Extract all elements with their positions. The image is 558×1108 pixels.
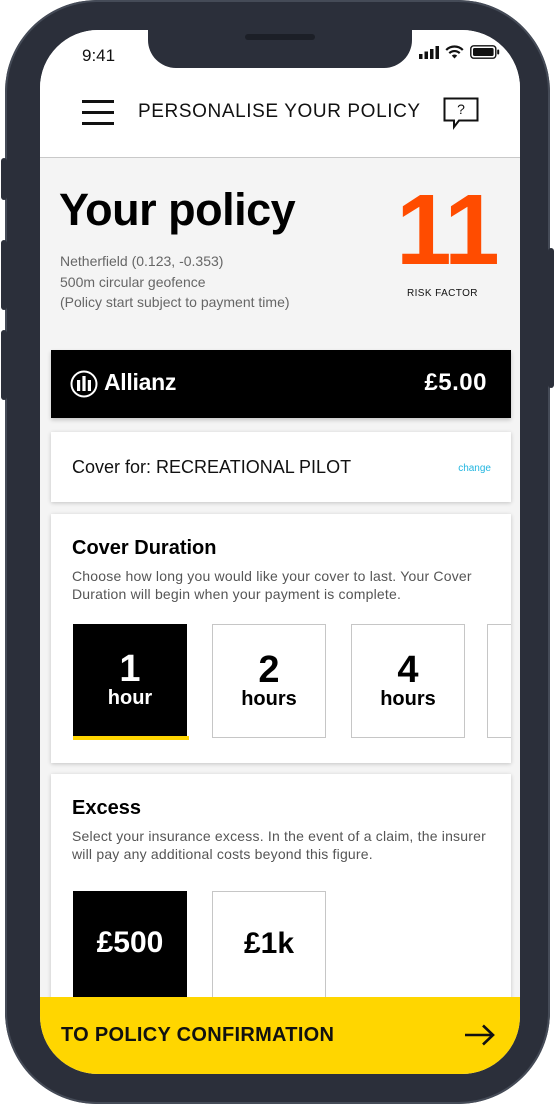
policy-geofence: 500m circular geofence <box>60 274 206 290</box>
excess-option-1k[interactable]: £1k <box>212 891 326 1005</box>
status-time: 9:41 <box>82 46 116 65</box>
insurer-name: Allianz <box>104 369 177 395</box>
insurer-quote-bar[interactable]: Allianz £5.00 <box>51 350 511 418</box>
duration-option-partial[interactable] <box>487 624 511 738</box>
cover-for-text: Cover for: RECREATIONAL PILOT <box>72 457 352 477</box>
cover-duration-description: Choose how long you would like your cove… <box>72 568 472 602</box>
risk-factor-value: 11 <box>396 174 500 286</box>
phone-screen: 9:41 PERSONALISE YOUR POLICY ? Your poli… <box>40 30 520 1074</box>
duration-option-unit: hour <box>107 687 153 709</box>
allianz-logo-icon <box>70 370 98 398</box>
policy-title: Your policy <box>59 184 296 235</box>
duration-option-2-hours[interactable]: 2 hours <box>212 624 326 738</box>
device-notch <box>148 30 412 68</box>
risk-factor-label: RISK FACTOR <box>407 288 478 299</box>
excess-card: Excess Select your insurance excess. In … <box>51 774 511 1014</box>
duration-option-value: 4 <box>397 649 419 691</box>
duration-option-4-hours[interactable]: 4 hours <box>351 624 465 738</box>
duration-option-unit: hours <box>241 688 297 710</box>
power-button <box>548 248 554 388</box>
duration-option-value: 2 <box>258 649 280 691</box>
policy-confirmation-button[interactable]: TO POLICY CONFIRMATION <box>40 997 520 1074</box>
change-cover-link[interactable]: change <box>458 463 491 474</box>
status-icons <box>419 45 500 59</box>
app-header: PERSONALISE YOUR POLICY ? <box>40 80 520 158</box>
battery-icon <box>470 45 500 59</box>
help-icon-glyph: ? <box>457 101 465 117</box>
policy-price: £5.00 <box>424 369 487 396</box>
volume-up-button <box>1 240 7 310</box>
excess-title: Excess <box>72 797 141 819</box>
excess-description: Select your insurance excess. In the eve… <box>72 828 486 862</box>
selected-indicator <box>73 736 189 740</box>
arrow-right-icon <box>465 1024 495 1046</box>
duration-option-value: 1 <box>119 648 141 690</box>
cover-duration-title: Cover Duration <box>72 537 217 559</box>
earpiece-speaker <box>245 34 315 40</box>
excess-option-label: £1k <box>243 927 295 960</box>
duration-option-1-hour[interactable]: 1 hour <box>73 624 189 740</box>
cover-for-card: Cover for: RECREATIONAL PILOT change <box>51 432 511 502</box>
page-title: PERSONALISE YOUR POLICY <box>138 101 421 122</box>
policy-start-note: (Policy start subject to payment time) <box>60 294 290 310</box>
excess-option-500[interactable]: £500 <box>73 891 187 1005</box>
cellular-signal-icon <box>419 45 439 59</box>
policy-summary: Your policy Netherfield (0.123, -0.353) … <box>40 158 520 342</box>
cta-label: TO POLICY CONFIRMATION <box>61 1024 335 1046</box>
policy-location: Netherfield (0.123, -0.353) <box>60 253 224 269</box>
menu-icon[interactable] <box>82 100 114 126</box>
excess-option-label: £500 <box>96 926 164 959</box>
wifi-icon <box>445 45 464 59</box>
help-chat-icon[interactable]: ? <box>443 97 479 131</box>
mute-switch <box>1 158 7 200</box>
volume-down-button <box>1 330 7 400</box>
duration-option-unit: hours <box>380 688 436 710</box>
cover-duration-card: Cover Duration Choose how long you would… <box>51 514 511 763</box>
